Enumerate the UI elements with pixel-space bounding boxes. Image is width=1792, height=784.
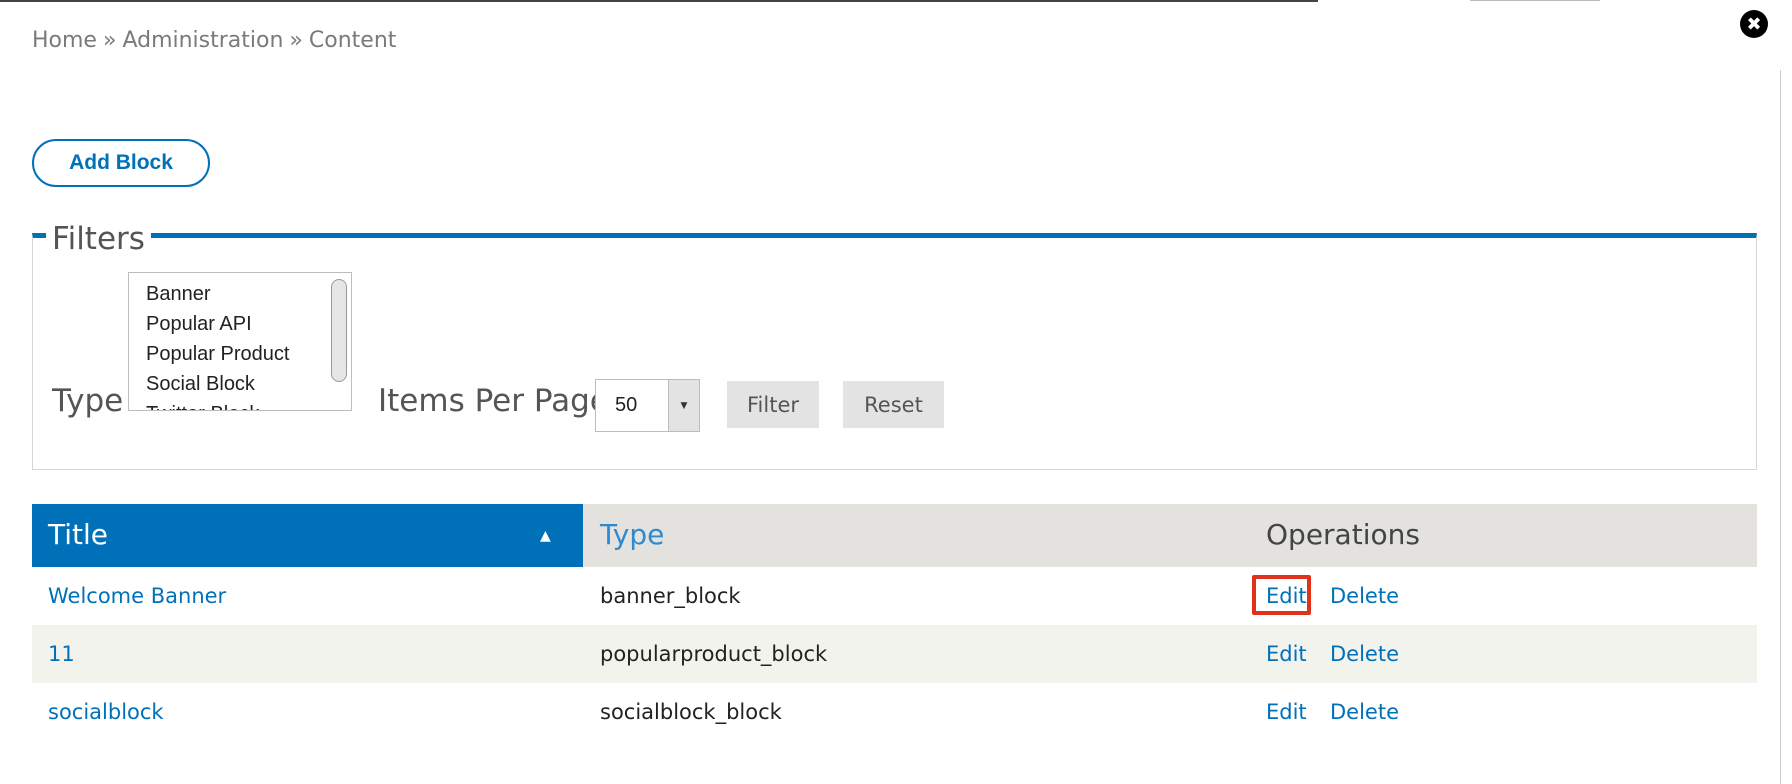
type-option-social-block[interactable]: Social Block <box>146 373 255 396</box>
breadcrumb-separator: » <box>102 28 117 53</box>
window-top-border <box>0 0 1318 2</box>
delete-link[interactable]: Delete <box>1330 584 1399 608</box>
sort-ascending-icon: ▲ <box>540 528 551 544</box>
items-per-page-label: Items Per Page <box>378 383 609 419</box>
filters-legend: Filters <box>46 219 151 259</box>
type-option-twitter-block[interactable]: Twitter Block <box>146 403 259 410</box>
type-option-popular-product[interactable]: Popular Product <box>146 343 289 366</box>
edit-link[interactable]: Edit <box>1266 642 1307 666</box>
breadcrumb-separator: » <box>289 28 303 53</box>
reset-button[interactable]: Reset <box>843 381 944 428</box>
row-type: banner_block <box>600 584 741 608</box>
table-header: Title ▲ Type Operations <box>32 504 1757 567</box>
items-per-page-select[interactable]: 50 ▼ <box>595 379 700 432</box>
breadcrumb-administration[interactable]: Administration <box>122 28 283 53</box>
row-title-link[interactable]: Welcome Banner <box>48 584 226 608</box>
type-option-banner[interactable]: Banner <box>146 283 211 306</box>
dropdown-arrow-icon[interactable]: ▼ <box>668 380 699 431</box>
add-block-button[interactable]: Add Block <box>32 139 210 187</box>
breadcrumb: Home» Administration» Content <box>32 28 396 53</box>
column-header-type[interactable]: Type <box>600 518 664 551</box>
listbox-scrollbar[interactable] <box>331 279 347 382</box>
column-header-title[interactable]: Title ▲ <box>32 504 583 567</box>
breadcrumb-home[interactable]: Home <box>32 28 97 53</box>
edit-link[interactable]: Edit <box>1266 584 1307 608</box>
edit-link[interactable]: Edit <box>1266 700 1307 724</box>
row-title-link[interactable]: socialblock <box>48 700 164 724</box>
breadcrumb-content: Content <box>308 28 397 53</box>
delete-link[interactable]: Delete <box>1330 642 1399 666</box>
table-row: socialblock socialblock_block Edit Delet… <box>32 683 1757 741</box>
column-header-operations: Operations <box>1266 518 1420 551</box>
items-per-page-value: 50 <box>615 394 638 416</box>
window-right-border <box>1780 70 1781 784</box>
delete-link[interactable]: Delete <box>1330 700 1399 724</box>
row-type: popularproduct_block <box>600 642 828 666</box>
type-filter-label: Type <box>52 383 124 419</box>
table-row: 11 popularproduct_block Edit Delete <box>32 625 1757 683</box>
type-option-popular-api[interactable]: Popular API <box>146 313 252 336</box>
filter-button[interactable]: Filter <box>727 381 819 428</box>
row-type: socialblock_block <box>600 700 782 724</box>
type-filter-listbox[interactable]: Banner Popular API Popular Product Socia… <box>128 272 352 411</box>
window-top-border-right <box>1470 0 1600 1</box>
table-row: Welcome Banner banner_block Edit Delete <box>32 567 1757 625</box>
content-table: Title ▲ Type Operations Welcome Banner b… <box>32 504 1757 741</box>
column-header-title-label: Title <box>48 518 109 551</box>
row-title-link[interactable]: 11 <box>48 642 75 666</box>
close-icon[interactable]: ✖ <box>1740 10 1768 38</box>
